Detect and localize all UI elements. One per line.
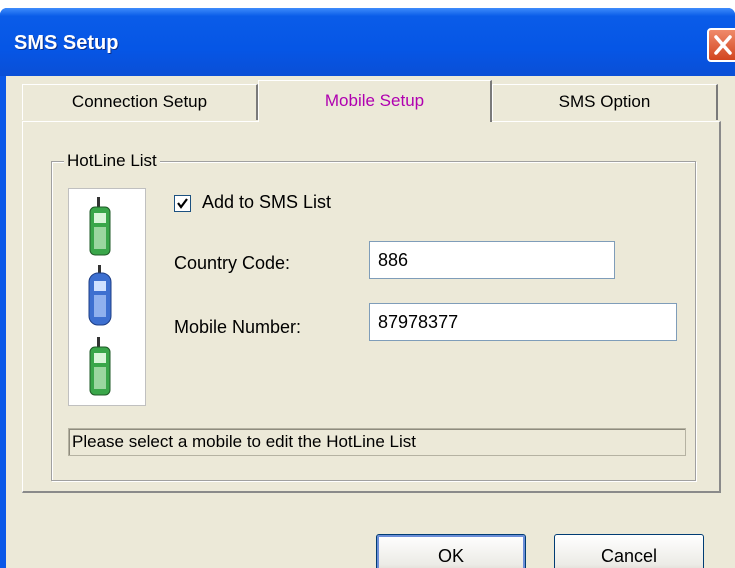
- tab-label: SMS Option: [558, 92, 651, 111]
- close-button[interactable]: [707, 28, 735, 62]
- tab-label: Connection Setup: [71, 92, 208, 111]
- dialog-body: Connection Setup Mobile Setup SMS Option…: [6, 76, 735, 568]
- blue-phone-icon[interactable]: [87, 265, 113, 327]
- tab-sms-option[interactable]: SMS Option: [492, 84, 718, 120]
- tab-connection-setup[interactable]: Connection Setup: [22, 84, 258, 120]
- add-to-sms-list-checkbox[interactable]: [174, 195, 191, 212]
- cancel-button[interactable]: Cancel: [554, 534, 704, 568]
- country-code-field[interactable]: [369, 241, 615, 279]
- green-phone-icon[interactable]: [87, 337, 113, 397]
- country-code-label: Country Code:: [174, 253, 291, 273]
- ok-button[interactable]: OK: [376, 534, 526, 568]
- mobile-number-label: Mobile Number:: [174, 317, 302, 337]
- checkmark-icon: [177, 198, 188, 209]
- window-title: SMS Setup: [14, 32, 119, 54]
- sms-setup-dialog: SMS Setup Connection Setup Mobile Setup …: [0, 8, 735, 568]
- tab-label: Mobile Setup: [324, 91, 425, 110]
- tab-mobile-setup[interactable]: Mobile Setup: [258, 80, 492, 122]
- status-text: Please select a mobile to edit the HotLi…: [68, 428, 686, 456]
- add-to-sms-list-label[interactable]: Add to SMS List: [202, 192, 331, 213]
- green-phone-icon[interactable]: [87, 197, 113, 257]
- mobile-number-field[interactable]: [369, 303, 677, 341]
- hotline-phone-list[interactable]: [68, 188, 146, 406]
- close-icon: [714, 35, 732, 55]
- title-bar[interactable]: SMS Setup: [0, 8, 735, 76]
- hotline-list-title: HotLine List: [64, 151, 160, 171]
